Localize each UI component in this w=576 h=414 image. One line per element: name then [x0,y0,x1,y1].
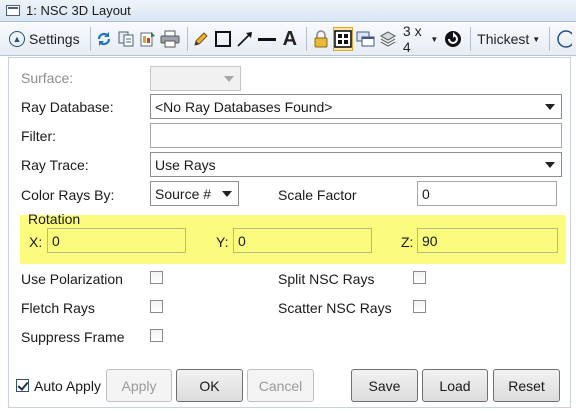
line-icon[interactable] [257,27,277,51]
rotation-y-input[interactable]: 0 [233,228,372,253]
suppress-frame-checkbox[interactable] [150,329,163,342]
save-button[interactable]: Save [351,369,418,402]
rotation-z-input[interactable]: 90 [417,228,558,253]
scatter-nsc-rays-checkbox[interactable] [413,300,426,313]
scale-factor-label: Scale Factor [278,187,357,203]
chevron-down-icon [224,75,234,82]
arrow-line-icon[interactable] [236,27,255,51]
windows-icon[interactable] [356,27,376,51]
surface-select [150,66,241,91]
ray-database-value: <No Ray Databases Found> [155,98,333,115]
ok-button[interactable]: OK [176,369,243,402]
layout-grid-icon[interactable] [333,27,354,51]
toolbar-separator [187,27,188,51]
toolbar-separator [306,27,308,51]
chevron-down-icon [545,103,555,110]
window-title-bar: 1: NSC 3D Layout [0,0,576,22]
options-icon[interactable] [443,27,463,51]
ray-trace-value: Use Rays [155,156,216,173]
rectangle-icon[interactable] [214,27,233,51]
ray-trace-select[interactable]: Use Rays [150,152,562,177]
color-rays-by-value: Source # [155,185,212,202]
scatter-nsc-rays-label: Scatter NSC Rays [278,300,392,316]
chevron-down-icon [545,161,555,168]
thickness-dropdown[interactable]: Thickest ▼ [475,27,542,51]
filter-input[interactable] [150,123,562,148]
chevron-down-icon: ▼ [532,34,541,44]
apply-button[interactable]: Apply [106,369,172,402]
toolbar-separator [89,27,91,51]
ray-trace-label: Ray Trace: [21,157,89,173]
rotation-y-value: 0 [238,232,246,249]
suppress-frame-label: Suppress Frame [21,329,125,345]
color-rays-by-select[interactable]: Source # [150,181,239,206]
pencil-icon[interactable] [192,27,211,51]
refresh-icon[interactable] [94,27,113,51]
toolbar-separator [549,27,551,51]
chevron-down-icon: ▼ [430,34,439,44]
split-nsc-rays-checkbox[interactable] [413,271,426,284]
layout-label: 3 x 4 [402,23,422,55]
window-icon [6,5,20,16]
lock-icon[interactable] [311,27,330,51]
ray-database-select[interactable]: <No Ray Databases Found> [150,94,562,119]
rotation-x-label: X: [29,234,43,250]
fletch-rays-checkbox[interactable] [150,300,163,313]
rotation-x-value: 0 [52,232,60,249]
export-icon[interactable] [138,27,157,51]
chevron-down-icon [222,190,232,197]
print-icon[interactable] [160,27,180,51]
rotation-title: Rotation [28,211,81,227]
rotation-z-label: Z: [401,234,414,250]
thickness-label: Thickest [477,31,530,47]
toolbar-separator [470,27,472,51]
text-icon[interactable]: A [280,27,299,51]
ray-database-label: Ray Database: [21,99,114,115]
rotation-group: Rotation X: 0 Y: 0 Z: 90 [20,211,566,264]
collapse-icon[interactable] [554,27,573,51]
settings-icon: ▲ [9,31,25,47]
settings-panel: Surface: Ray Database: <No Ray Databases… [8,57,571,408]
use-polarization-label: Use Polarization [21,271,123,287]
stack-icon[interactable] [379,27,398,51]
fletch-rays-label: Fletch Rays [21,300,95,316]
auto-apply-label: Auto Apply [34,378,101,394]
rotation-y-label: Y: [216,234,229,250]
cancel-button[interactable]: Cancel [247,369,314,402]
settings-label: Settings [29,31,80,47]
use-polarization-checkbox[interactable] [150,271,163,284]
copy-icon[interactable] [116,27,135,51]
load-button[interactable]: Load [422,369,488,402]
toolbar: ▲ Settings A 3 x 4 ▼ Thickest ▼ [0,23,576,56]
rotation-x-input[interactable]: 0 [47,228,186,253]
filter-label: Filter: [21,128,56,144]
layout-dropdown[interactable]: 3 x 4 ▼ [401,23,440,55]
rotation-z-value: 90 [422,232,438,249]
auto-apply-checkbox[interactable] [16,379,29,392]
split-nsc-rays-label: Split NSC Rays [278,271,375,287]
settings-button[interactable]: ▲ Settings [6,27,83,51]
surface-label: Surface: [21,70,74,86]
scale-factor-value: 0 [422,185,430,202]
reset-button[interactable]: Reset [493,369,560,402]
scale-factor-input[interactable]: 0 [417,181,557,206]
window-title: 1: NSC 3D Layout [26,3,131,18]
color-rays-by-label: Color Rays By: [21,187,115,203]
